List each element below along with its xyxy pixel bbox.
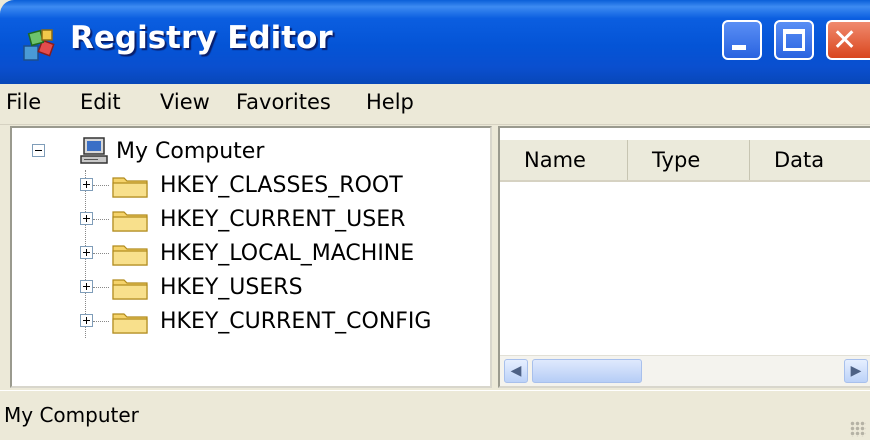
tree-label: HKEY_CURRENT_USER <box>160 207 406 232</box>
resize-grip-icon[interactable] <box>850 421 866 437</box>
tree-node-hkey-users[interactable]: HKEY_USERS <box>12 272 482 304</box>
folder-icon <box>112 177 148 198</box>
expand-icon[interactable] <box>80 246 93 259</box>
folder-icon <box>112 211 148 232</box>
tree-label: My Computer <box>116 139 265 164</box>
column-header-name[interactable]: Name <box>500 140 628 180</box>
registry-editor-icon <box>23 29 55 61</box>
tree-node-hkey-local-machine[interactable]: HKEY_LOCAL_MACHINE <box>12 238 482 270</box>
folder-icon <box>112 245 148 266</box>
maximize-icon <box>783 29 805 51</box>
column-header-data[interactable]: Data <box>750 140 870 180</box>
tree-node-hkey-classes-root[interactable]: HKEY_CLASSES_ROOT <box>12 170 482 202</box>
tree-connector <box>93 321 109 323</box>
tree-node-my-computer[interactable]: My Computer <box>12 136 482 168</box>
status-text: My Computer <box>4 403 139 427</box>
tree-label: HKEY_LOCAL_MACHINE <box>160 241 415 266</box>
menu-edit[interactable]: Edit <box>80 90 121 114</box>
window-title: Registry Editor <box>70 20 333 56</box>
expand-icon[interactable] <box>80 178 93 191</box>
minimize-button[interactable] <box>722 20 762 60</box>
horizontal-scrollbar[interactable]: ◀ ▶ <box>500 355 870 386</box>
scroll-left-icon[interactable]: ◀ <box>504 359 528 383</box>
expand-icon[interactable] <box>80 280 93 293</box>
folder-icon <box>112 313 148 334</box>
scrollbar-thumb[interactable] <box>532 359 642 383</box>
menu-help[interactable]: Help <box>366 90 414 114</box>
collapse-icon[interactable] <box>32 144 45 157</box>
column-header-type[interactable]: Type <box>628 140 750 180</box>
tree-connector <box>93 219 109 221</box>
tree-label: HKEY_USERS <box>160 275 303 300</box>
registry-editor-window: Registry Editor ✕ File Edit View Favorit… <box>0 0 870 440</box>
menu-favorites[interactable]: Favorites <box>236 90 331 114</box>
status-bar: My Computer <box>0 390 870 440</box>
scroll-right-icon[interactable]: ▶ <box>844 359 868 383</box>
close-icon: ✕ <box>832 23 858 58</box>
tree-connector <box>93 287 109 289</box>
tree-node-hkey-current-config[interactable]: HKEY_CURRENT_CONFIG <box>12 306 482 338</box>
tree-label: HKEY_CLASSES_ROOT <box>160 173 403 198</box>
minimize-icon <box>732 45 746 50</box>
menu-view[interactable]: View <box>160 90 210 114</box>
menu-bar: File Edit View Favorites Help <box>0 84 870 125</box>
tree-pane[interactable]: My Computer HKEY_CLASSES_ROOT HKEY_CURRE… <box>10 126 492 388</box>
expand-icon[interactable] <box>80 314 93 327</box>
tree-node-hkey-current-user[interactable]: HKEY_CURRENT_USER <box>12 204 482 236</box>
computer-icon <box>80 137 108 164</box>
tree-label: HKEY_CURRENT_CONFIG <box>160 309 432 334</box>
maximize-button[interactable] <box>774 20 814 60</box>
title-bar[interactable]: Registry Editor ✕ <box>0 0 870 84</box>
menu-file[interactable]: File <box>6 90 41 114</box>
folder-icon <box>112 279 148 300</box>
values-list-pane[interactable]: Name Type Data ◀ ▶ <box>498 126 870 388</box>
list-header: Name Type Data <box>500 140 870 182</box>
tree-connector <box>93 185 109 187</box>
tree-connector <box>93 253 109 255</box>
close-button[interactable]: ✕ <box>826 20 870 60</box>
expand-icon[interactable] <box>80 212 93 225</box>
